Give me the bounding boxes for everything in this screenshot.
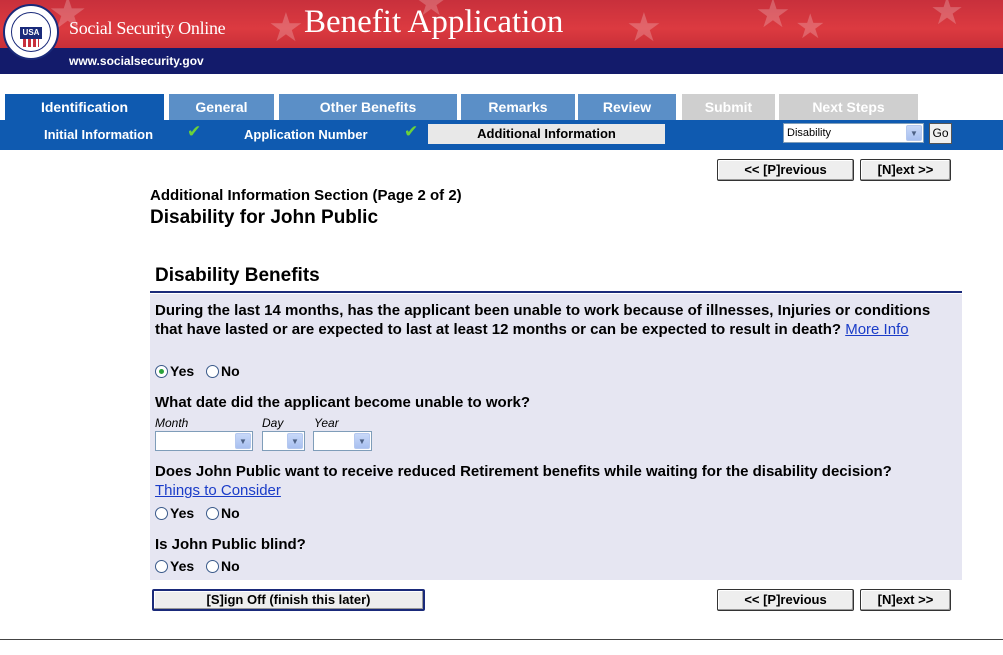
q3-answer-group: Yes No [155,505,248,523]
no-label: No [221,558,240,574]
question-text: During the last 14 months, has the appli… [155,302,931,338]
panel-title: Disability Benefits [155,265,320,286]
day-select[interactable]: ▼ [262,431,305,451]
tab-general[interactable]: General [169,94,274,120]
yes-label: Yes [170,363,195,379]
question-text: Does John Public want to receive reduced… [155,463,892,480]
day-label: Day [262,416,284,430]
tab-submit: Submit [682,94,775,120]
previous-button-bottom[interactable]: << [P]revious [717,589,854,611]
section-jump-value: Disability [787,127,832,139]
sign-off-button[interactable]: [S]ign Off (finish this later) [152,589,425,611]
q3-yes-radio[interactable] [155,507,168,520]
checkmark-icon: ✔ [404,122,419,141]
question-reduced-retirement: Does John Public want to receive reduced… [155,462,955,500]
q4-yes-radio[interactable] [155,560,168,573]
q4-answer-group: Yes No [155,558,248,576]
go-button[interactable]: Go [929,123,952,144]
url-bar: www.socialsecurity.gov [0,48,1003,74]
question-unable-date: What date did the applicant become unabl… [155,394,531,411]
yes-label: Yes [170,505,195,521]
month-select[interactable]: ▼ [155,431,253,451]
disability-benefits-panel: During the last 14 months, has the appli… [150,294,962,580]
header-banner: ★ ★ ★ ★ ★ ★ ★ Social Security Online Ben… [0,0,1003,48]
subnav-application-number[interactable]: Application Number [244,127,368,142]
yes-label: Yes [170,558,195,574]
chevron-down-icon: ▼ [287,433,303,449]
checkmark-icon: ✔ [187,122,202,141]
no-label: No [221,505,240,521]
question-blind: Is John Public blind? [155,536,306,553]
page-title: Disability for John Public [150,207,379,228]
q1-yes-radio[interactable] [155,365,168,378]
q4-no-radio[interactable] [206,560,220,573]
chevron-down-icon: ▼ [906,125,922,141]
footer-divider [0,639,1003,640]
tab-identification[interactable]: Identification [5,94,164,120]
star-decoration: ★ [268,5,304,48]
next-button-top[interactable]: [N]ext >> [860,159,951,181]
section-label: Additional Information Section (Page 2 o… [150,187,462,204]
subnav-additional-information: Additional Information [428,124,665,144]
star-decoration: ★ [795,7,826,47]
site-url: www.socialsecurity.gov [69,54,204,68]
star-decoration: ★ [755,0,791,37]
seal-stripes [23,39,39,47]
main-tabs: Identification General Other Benefits Re… [0,94,1003,120]
previous-button-top[interactable]: << [P]revious [717,159,854,181]
site-name: Social Security Online [69,18,226,38]
chevron-down-icon: ▼ [354,433,370,449]
sub-navigation: Initial Information ✔ Application Number… [0,120,1003,150]
tab-next-steps: Next Steps [779,94,918,120]
q3-no-radio[interactable] [206,507,220,520]
question-unable-to-work: During the last 14 months, has the appli… [155,301,955,339]
seal-emblem: USA [11,12,51,52]
q1-answer-group: Yes No [155,363,248,381]
q1-no-radio[interactable] [206,365,220,378]
star-decoration: ★ [930,0,965,33]
month-label: Month [155,416,189,430]
star-decoration: ★ [626,5,662,48]
section-jump-select[interactable]: Disability ▼ [783,123,924,143]
more-info-link[interactable]: More Info [845,321,908,338]
things-to-consider-link[interactable]: Things to Consider [155,482,281,499]
app-title: Benefit Application [304,4,564,40]
next-button-bottom[interactable]: [N]ext >> [860,589,951,611]
ssa-seal-logo: USA [3,4,59,60]
no-label: No [221,363,240,379]
year-label: Year [314,416,339,430]
tab-remarks[interactable]: Remarks [461,94,575,120]
tab-review[interactable]: Review [578,94,676,120]
subnav-initial-information[interactable]: Initial Information [44,127,153,142]
chevron-down-icon: ▼ [235,433,251,449]
tab-other-benefits[interactable]: Other Benefits [279,94,457,120]
panel-header: Disability Benefits [150,261,962,293]
seal-usa-label: USA [20,27,42,39]
year-select[interactable]: ▼ [313,431,372,451]
